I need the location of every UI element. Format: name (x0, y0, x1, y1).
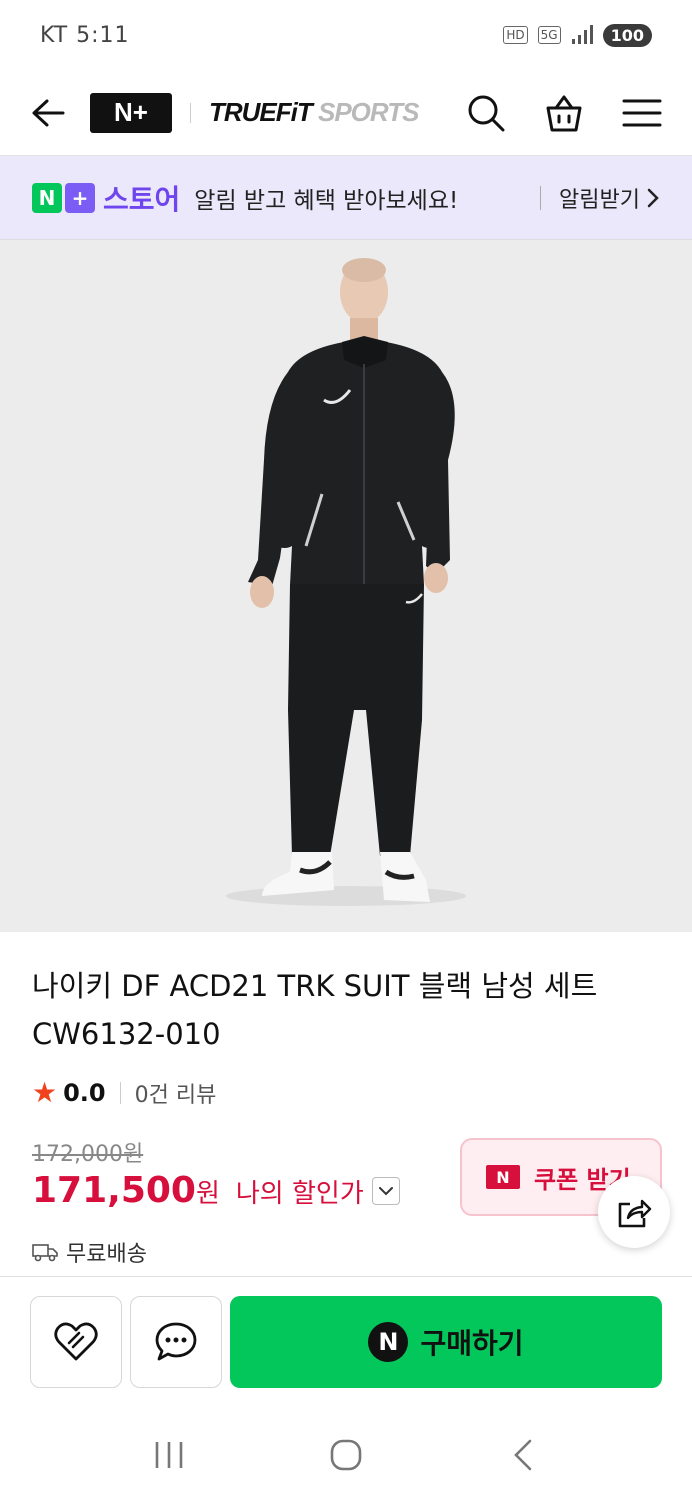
product-title: 나이키 DF ACD21 TRK SUIT 블랙 남성 세트 CW6132-01… (32, 969, 598, 1051)
badge-plus: + (65, 182, 95, 213)
signal-icon (571, 25, 593, 44)
original-price: 172,000원 (32, 1142, 144, 1167)
wishlist-button[interactable] (30, 1296, 122, 1388)
shipping-info: 무료배송 (32, 1236, 147, 1268)
back-icon (32, 99, 65, 126)
recent-apps-button[interactable] (144, 1430, 194, 1480)
cart-button[interactable] (544, 93, 584, 133)
talk-chat-button[interactable] (130, 1296, 222, 1388)
chevron-down-icon (378, 1186, 393, 1195)
system-back-button[interactable] (498, 1430, 548, 1480)
review-count[interactable]: 0건 리뷰 (135, 1077, 217, 1109)
product-image[interactable] (0, 240, 692, 932)
naverpay-n-icon: N (368, 1322, 409, 1362)
app-header: N+ TRUEFiT SPORTS (0, 70, 692, 156)
my-discount-label[interactable]: 나의 할인가 (236, 1173, 364, 1210)
nplus-logo[interactable]: N+ (90, 92, 172, 133)
chat-bubble-icon (155, 1322, 197, 1361)
hd-icon: HD (503, 26, 528, 44)
buy-now-button[interactable]: N 구매하기 (230, 1296, 662, 1388)
sale-price-row: 171,500 원 나의 할인가 (32, 1170, 400, 1211)
store-logo-light: SPORTS (318, 97, 419, 127)
discount-expand-button[interactable] (371, 1176, 400, 1205)
home-icon (330, 1439, 362, 1471)
rating-score: 0.0 (63, 1078, 106, 1107)
model-tracksuit-illustration (0, 240, 692, 932)
battery-indicator: 100 (602, 23, 652, 47)
badge-n: N (32, 182, 62, 213)
menu-button[interactable] (622, 93, 662, 133)
rating-summary[interactable]: ★ 0.0 0건 리뷰 (32, 1076, 216, 1109)
share-icon (618, 1199, 652, 1228)
buy-now-label: 구매하기 (420, 1327, 524, 1360)
menu-icon (622, 99, 662, 126)
shipping-label: 무료배송 (66, 1242, 147, 1267)
coupon-badge: N (486, 1165, 520, 1189)
store-label: 스토어 (103, 182, 181, 216)
chevron-right-icon (647, 188, 659, 207)
truck-icon (32, 1244, 58, 1262)
promo-divider (540, 185, 542, 210)
back-button[interactable] (30, 95, 66, 131)
star-icon: ★ (32, 1076, 58, 1109)
sale-price-unit: 원 (195, 1179, 220, 1209)
bottom-divider (0, 1276, 692, 1277)
search-icon (468, 95, 505, 131)
home-button[interactable] (321, 1430, 371, 1480)
status-icons: HD 5G 100 (503, 23, 652, 47)
subscribe-alert-link[interactable]: 알림받기 (559, 182, 660, 214)
header-actions (466, 93, 662, 133)
heart-icon (54, 1322, 98, 1361)
shopping-bag-icon (546, 95, 582, 131)
rating-divider (119, 1081, 121, 1104)
sale-price: 171,500 (32, 1170, 196, 1211)
network-icon: 5G (537, 26, 561, 44)
promo-message: 알림 받고 혜택 받아보세요! (194, 187, 459, 214)
subscribe-alert-label: 알림받기 (559, 187, 640, 213)
status-bar: KT 5:11 HD 5G 100 (0, 0, 692, 70)
system-navigation-bar (0, 1410, 692, 1500)
store-logo-bold: TRUEFiT (209, 97, 313, 127)
recent-apps-icon (155, 1442, 182, 1468)
purchase-action-bar: N 구매하기 (30, 1296, 662, 1390)
chevron-left-icon (514, 1439, 532, 1471)
notification-promo-banner[interactable]: N + 스토어 알림 받고 혜택 받아보세요! 알림받기 (0, 156, 692, 240)
header-divider (190, 102, 191, 123)
nplus-store-badge: N + (32, 182, 95, 213)
store-logo[interactable]: TRUEFiT SPORTS (209, 97, 419, 128)
carrier-time: KT 5:11 (40, 22, 130, 48)
share-button[interactable] (598, 1176, 670, 1248)
search-button[interactable] (466, 93, 506, 133)
